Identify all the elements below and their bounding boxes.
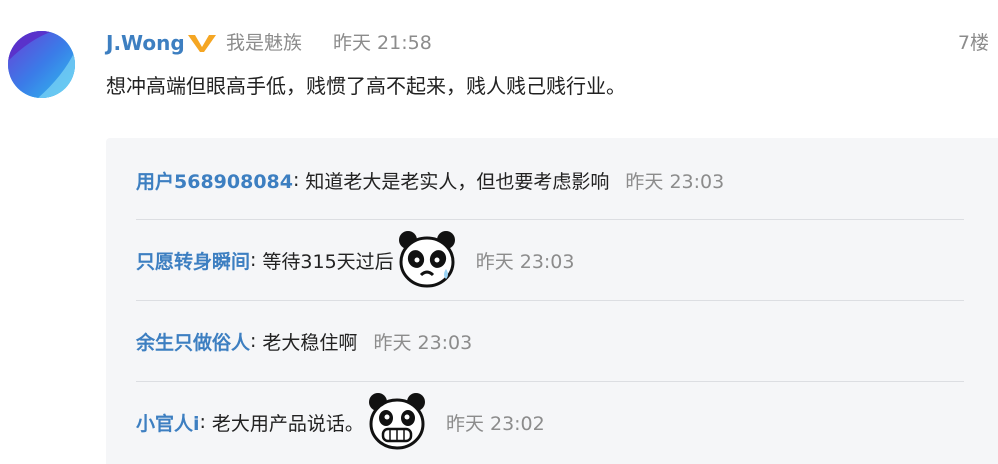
reply-colon: :: [250, 249, 257, 271]
post-time: 昨天 21:58: [333, 32, 432, 54]
panda-grin-emoji-icon: [368, 393, 425, 450]
reply-text: 老大稳住啊: [262, 331, 358, 354]
reply-time: 昨天 23:03: [625, 170, 725, 193]
reply-username[interactable]: 只愿转身瞬间: [136, 247, 250, 274]
divider: [136, 300, 964, 301]
verified-v-icon: [186, 32, 218, 54]
reply-item: 小官人i : 老大用产品说话。 昨天 23:02: [136, 393, 545, 450]
reply-username[interactable]: 余生只做俗人: [136, 328, 250, 355]
reply-time: 昨天 23:02: [445, 412, 545, 435]
username[interactable]: J.Wong: [106, 30, 185, 56]
reply-item: 只愿转身瞬间 : 等待315天过后 昨天 23:03: [136, 231, 575, 288]
avatar-image: [8, 31, 75, 98]
reply-item: 余生只做俗人 : 老大稳住啊 昨天 23:03: [136, 321, 472, 361]
user-tagline: 我是魅族: [226, 32, 303, 54]
reply-username[interactable]: 用户568908084: [136, 167, 293, 194]
panda-sweat-emoji-icon: [398, 231, 455, 288]
reply-colon: :: [199, 411, 206, 433]
avatar[interactable]: [8, 31, 75, 98]
reply-item: 用户568908084 : 知道老大是老实人，但也要考虑影响 昨天 23:03: [136, 160, 724, 200]
post-content: 想冲高端但眼高手低，贱惯了高不起来，贱人贱己贱行业。: [106, 74, 626, 98]
reply-username[interactable]: 小官人i: [136, 409, 200, 436]
floor-number: 7楼: [957, 32, 989, 54]
reply-text: 等待315天过后: [262, 250, 394, 273]
reply-text: 知道老大是老实人，但也要考虑影响: [305, 170, 610, 193]
divider: [136, 381, 964, 382]
reply-colon: :: [250, 330, 257, 352]
reply-list: 用户568908084 : 知道老大是老实人，但也要考虑影响 昨天 23:03 …: [106, 138, 998, 464]
reply-time: 昨天 23:03: [475, 250, 575, 273]
reply-text: 老大用产品说话。: [211, 412, 364, 435]
reply-time: 昨天 23:03: [373, 331, 473, 354]
reply-colon: :: [292, 169, 300, 191]
divider: [136, 219, 964, 220]
